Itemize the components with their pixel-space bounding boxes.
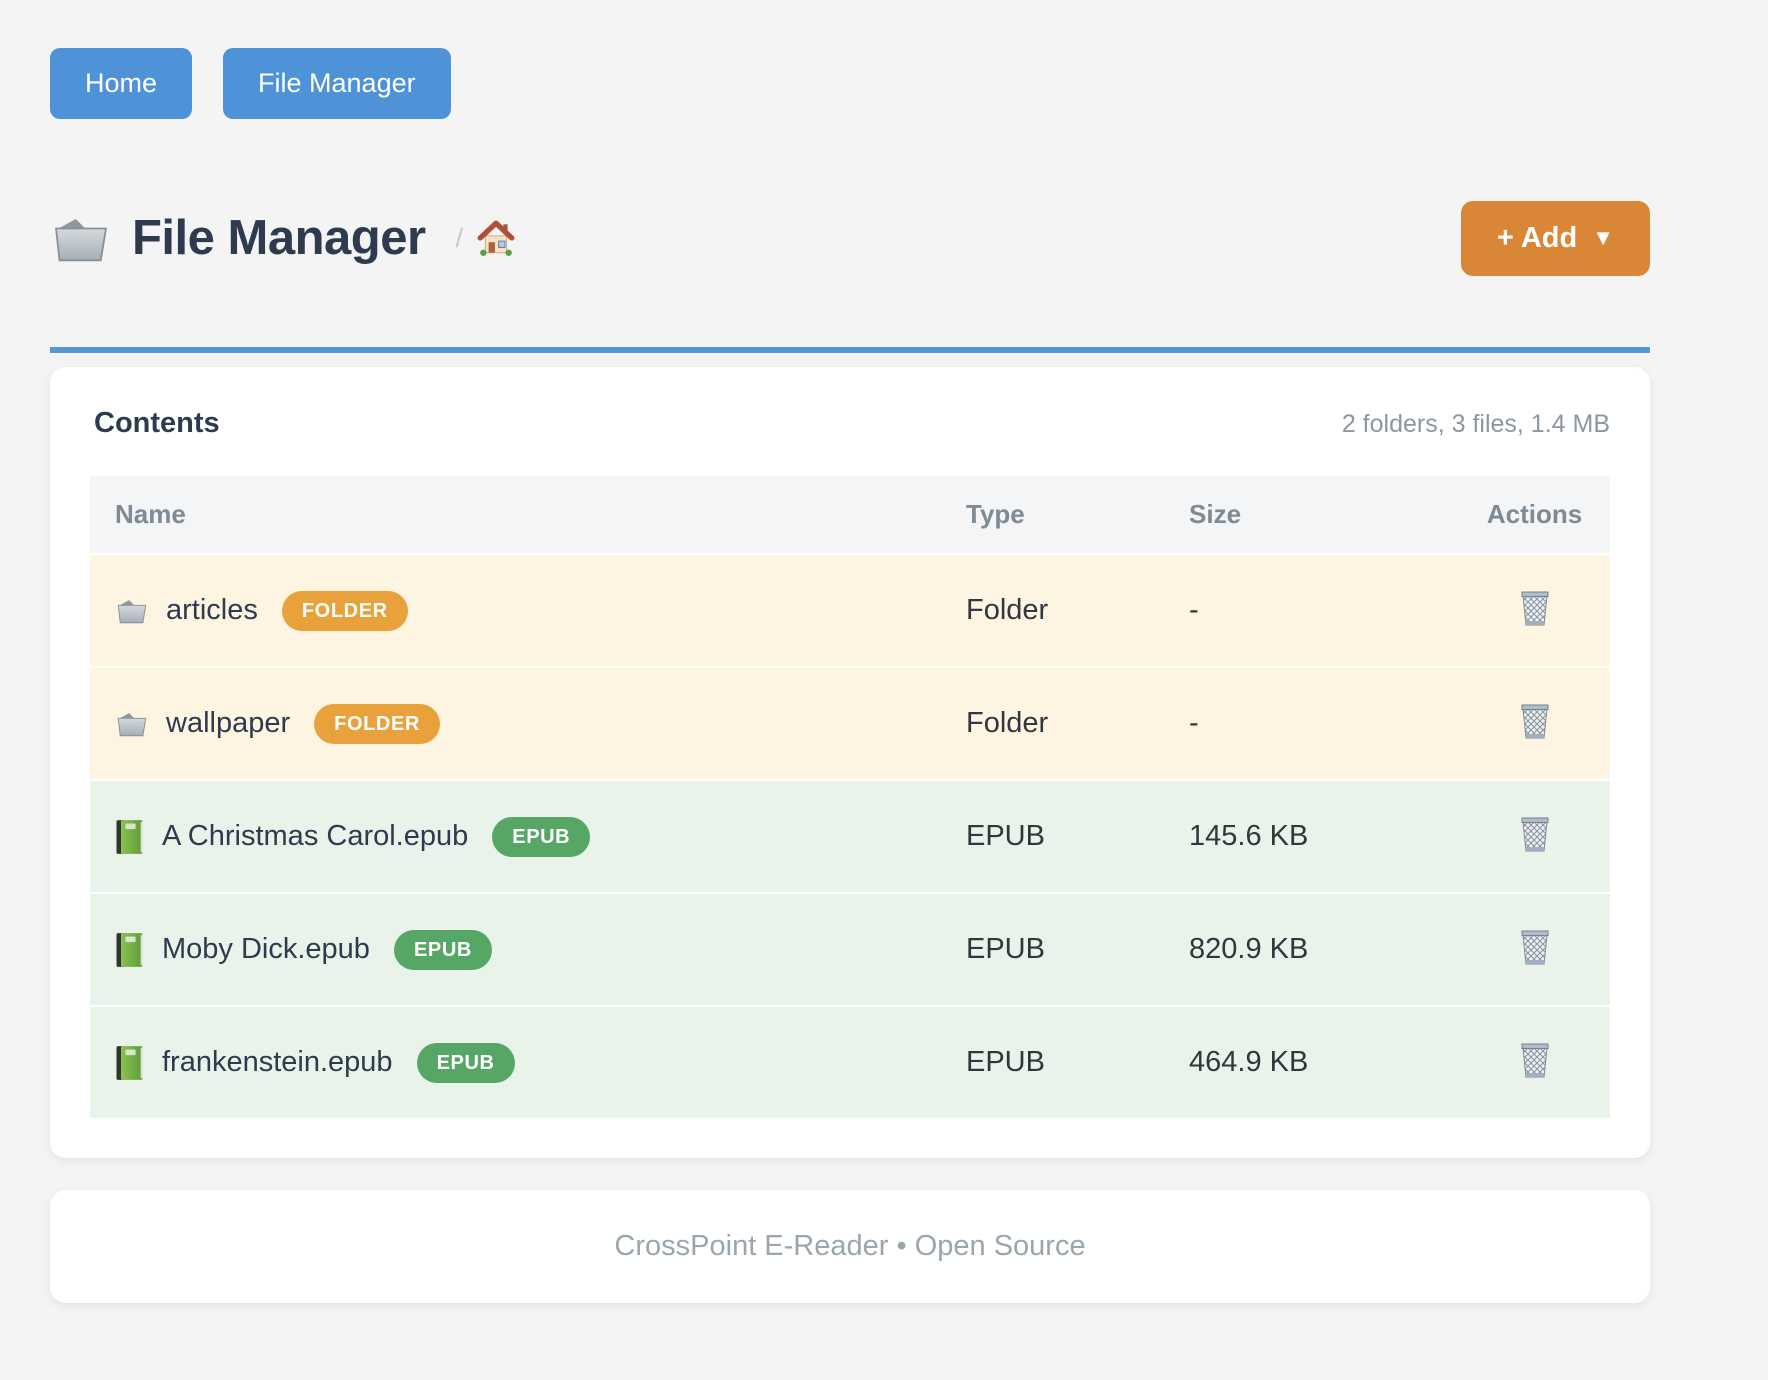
- type-badge: FOLDER: [314, 704, 440, 744]
- trash-icon: [1518, 813, 1552, 853]
- file-name-link[interactable]: A Christmas Carol.epub: [162, 820, 468, 853]
- table-row: A Christmas Carol.epub EPUB EPUB 145.6 K…: [90, 779, 1610, 892]
- contents-card-header: Contents 2 folders, 3 files, 1.4 MB: [90, 407, 1610, 440]
- file-table: Name Type Size Actions articles FOLDER: [90, 476, 1610, 1118]
- column-header-type: Type: [954, 476, 1177, 553]
- chevron-down-icon: ▼: [1592, 225, 1614, 251]
- contents-summary: 2 folders, 3 files, 1.4 MB: [1342, 410, 1610, 439]
- file-size: 820.9 KB: [1177, 933, 1459, 966]
- page: Home File Manager File Manager /: [0, 0, 1768, 1303]
- contents-title: Contents: [94, 407, 220, 440]
- file-type: Folder: [954, 594, 1177, 627]
- footer-card: CrossPoint E-Reader • Open Source: [50, 1190, 1650, 1303]
- file-name-link[interactable]: frankenstein.epub: [162, 1046, 393, 1079]
- top-nav: Home File Manager: [50, 48, 1650, 119]
- file-type: EPUB: [954, 933, 1177, 966]
- trash-icon: [1518, 1039, 1552, 1079]
- folder-icon: [115, 709, 149, 738]
- page-title: File Manager: [132, 210, 426, 266]
- file-size: 464.9 KB: [1177, 1046, 1459, 1079]
- table-header-row: Name Type Size Actions: [90, 476, 1610, 553]
- book-icon: [115, 932, 145, 968]
- delete-button[interactable]: [1518, 587, 1552, 627]
- file-size: -: [1177, 594, 1459, 627]
- home-icon[interactable]: [477, 220, 515, 256]
- footer-text: CrossPoint E-Reader • Open Source: [50, 1230, 1650, 1263]
- file-name-link[interactable]: articles: [166, 594, 258, 627]
- column-header-name: Name: [90, 476, 954, 553]
- type-badge: FOLDER: [282, 591, 408, 631]
- file-manager-nav-button[interactable]: File Manager: [223, 48, 451, 119]
- file-type: EPUB: [954, 1046, 1177, 1079]
- file-type: EPUB: [954, 820, 1177, 853]
- delete-button[interactable]: [1518, 1039, 1552, 1079]
- file-size: 145.6 KB: [1177, 820, 1459, 853]
- add-button-label: + Add: [1497, 222, 1577, 255]
- type-badge: EPUB: [417, 1043, 515, 1083]
- table-row: wallpaper FOLDER Folder -: [90, 666, 1610, 779]
- delete-button[interactable]: [1518, 926, 1552, 966]
- page-header: File Manager / + Add ▼: [50, 187, 1650, 289]
- type-badge: EPUB: [394, 930, 492, 970]
- breadcrumb-separator: /: [456, 223, 464, 254]
- type-badge: EPUB: [492, 817, 590, 857]
- contents-card: Contents 2 folders, 3 files, 1.4 MB Name…: [50, 367, 1650, 1158]
- table-row: Moby Dick.epub EPUB EPUB 820.9 KB: [90, 892, 1610, 1005]
- folder-icon: [50, 212, 112, 264]
- trash-icon: [1518, 700, 1552, 740]
- title-divider: [50, 347, 1650, 353]
- add-button[interactable]: + Add ▼: [1461, 201, 1650, 276]
- file-name-link[interactable]: wallpaper: [166, 707, 290, 740]
- trash-icon: [1518, 587, 1552, 627]
- delete-button[interactable]: [1518, 813, 1552, 853]
- breadcrumb: /: [456, 220, 516, 256]
- book-icon: [115, 819, 145, 855]
- table-row: frankenstein.epub EPUB EPUB 464.9 KB: [90, 1005, 1610, 1118]
- trash-icon: [1518, 926, 1552, 966]
- file-type: Folder: [954, 707, 1177, 740]
- folder-icon: [115, 596, 149, 625]
- file-size: -: [1177, 707, 1459, 740]
- delete-button[interactable]: [1518, 700, 1552, 740]
- column-header-size: Size: [1177, 476, 1459, 553]
- book-icon: [115, 1045, 145, 1081]
- table-row: articles FOLDER Folder -: [90, 553, 1610, 666]
- column-header-actions: Actions: [1459, 476, 1610, 553]
- file-name-link[interactable]: Moby Dick.epub: [162, 933, 370, 966]
- home-nav-button[interactable]: Home: [50, 48, 192, 119]
